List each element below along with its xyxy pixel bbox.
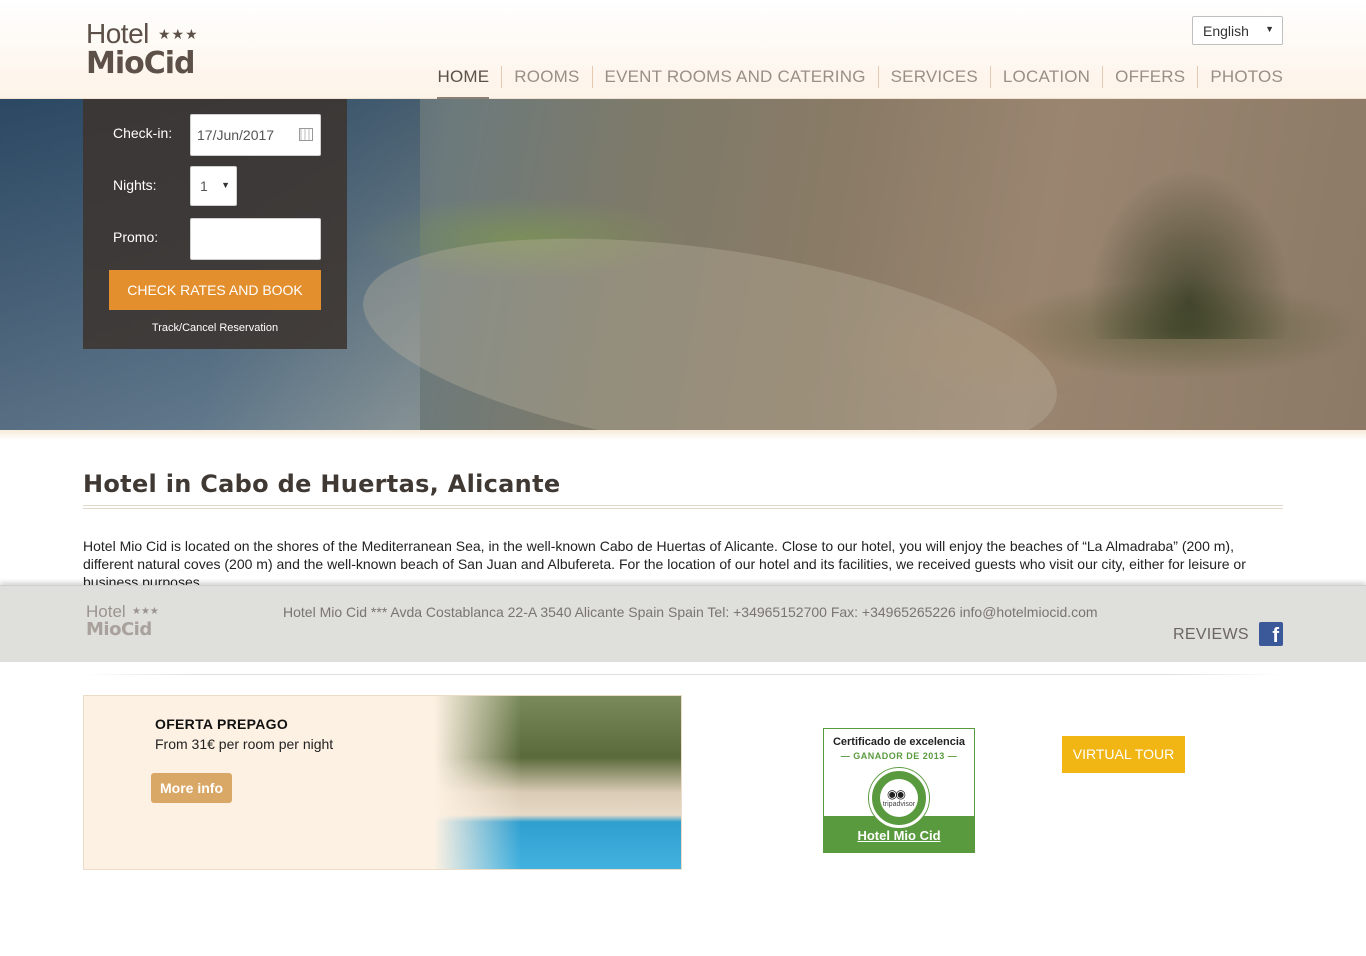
tripadvisor-winner-text: — GANADOR DE 2013 —	[840, 751, 958, 761]
nav-event-rooms[interactable]: EVENT ROOMS AND CATERING	[593, 66, 879, 88]
chevron-down-icon: ▼	[1265, 24, 1274, 34]
tripadvisor-hotel-name[interactable]: Hotel Mio Cid	[824, 828, 974, 843]
checkin-date-value: 17/Jun/2017	[197, 127, 275, 143]
page: Hotel ★★★ MioCid English ▼ HOME ROOMS EV…	[0, 0, 1366, 956]
offer-card: OFERTA PREPAGO From 31€ per room per nig…	[83, 695, 682, 870]
nights-value: 1	[200, 178, 208, 194]
calendar-icon[interactable]	[299, 128, 313, 141]
promo-input[interactable]	[190, 218, 321, 260]
check-rates-button[interactable]: CHECK RATES AND BOOK	[109, 270, 321, 310]
owl-eyes-icon: ◉◉	[887, 787, 906, 801]
offer-price: From 31€ per room per night	[155, 736, 334, 752]
language-selected: English	[1203, 23, 1249, 39]
hero-plant	[1080, 159, 1300, 339]
tripadvisor-brand: ◉◉ tripadvisor	[880, 779, 918, 817]
language-select[interactable]: English ▼	[1192, 16, 1283, 45]
intro-paragraph: Hotel Mio Cid is located on the shores o…	[83, 538, 1246, 585]
hero-shore	[349, 201, 1071, 430]
main-nav: HOME ROOMS EVENT ROOMS AND CATERING SERV…	[425, 66, 1283, 99]
reviews-link[interactable]: REVIEWS	[1173, 626, 1249, 644]
hero-fade	[0, 430, 1366, 440]
site-header: Hotel ★★★ MioCid English ▼ HOME ROOMS EV…	[0, 0, 1366, 99]
logo-text-miocid: MioCid	[86, 46, 196, 81]
sticky-footer: Hotel ★★★ MioCid Hotel Mio Cid *** Avda …	[0, 585, 1366, 662]
title-divider	[83, 505, 1283, 509]
nav-location[interactable]: LOCATION	[991, 66, 1104, 88]
booking-widget: Check-in: 17/Jun/2017 Nights: 1 ▼ Promo:…	[83, 99, 347, 349]
footer-address: Hotel Mio Cid *** Avda Costablanca 22-A …	[283, 604, 1098, 620]
checkin-date-field[interactable]: 17/Jun/2017	[190, 114, 321, 156]
facebook-icon[interactable]: f	[1259, 622, 1283, 646]
nav-offers[interactable]: OFFERS	[1103, 66, 1199, 88]
nav-rooms[interactable]: ROOMS	[502, 66, 593, 88]
checkin-label: Check-in:	[113, 125, 173, 141]
footer-logo-stars: ★★★	[132, 606, 159, 617]
virtual-tour-button[interactable]: VIRTUAL TOUR	[1062, 736, 1185, 773]
offer-pool-photo	[434, 696, 681, 869]
promo-label: Promo:	[113, 229, 159, 245]
nights-label: Nights:	[113, 177, 157, 193]
tripadvisor-brand-text: tripadvisor	[882, 801, 916, 808]
tripadvisor-certificate-text: Certificado de excelencia	[832, 736, 966, 748]
logo-stars: ★★★	[158, 26, 199, 42]
tripadvisor-owl-icon: ◉◉ tripadvisor	[869, 768, 929, 828]
nav-home[interactable]: HOME	[425, 66, 503, 99]
section-divider	[83, 674, 1283, 675]
tripadvisor-badge[interactable]: Certificado de excelencia — GANADOR DE 2…	[823, 728, 975, 853]
page-title: Hotel in Cabo de Huertas, Alicante	[83, 470, 561, 498]
footer-logo-miocid: MioCid	[86, 619, 152, 640]
chevron-down-icon: ▼	[221, 180, 230, 190]
nights-select[interactable]: 1 ▼	[190, 166, 237, 206]
more-info-button[interactable]: More info	[151, 773, 232, 803]
track-cancel-link[interactable]: Track/Cancel Reservation	[83, 322, 347, 334]
offer-title: OFERTA PREPAGO	[155, 716, 289, 732]
nav-photos[interactable]: PHOTOS	[1198, 66, 1283, 88]
footer-logo: Hotel ★★★ MioCid	[86, 602, 176, 642]
hotel-logo[interactable]: Hotel ★★★ MioCid	[86, 18, 216, 82]
nav-services[interactable]: SERVICES	[879, 66, 991, 88]
